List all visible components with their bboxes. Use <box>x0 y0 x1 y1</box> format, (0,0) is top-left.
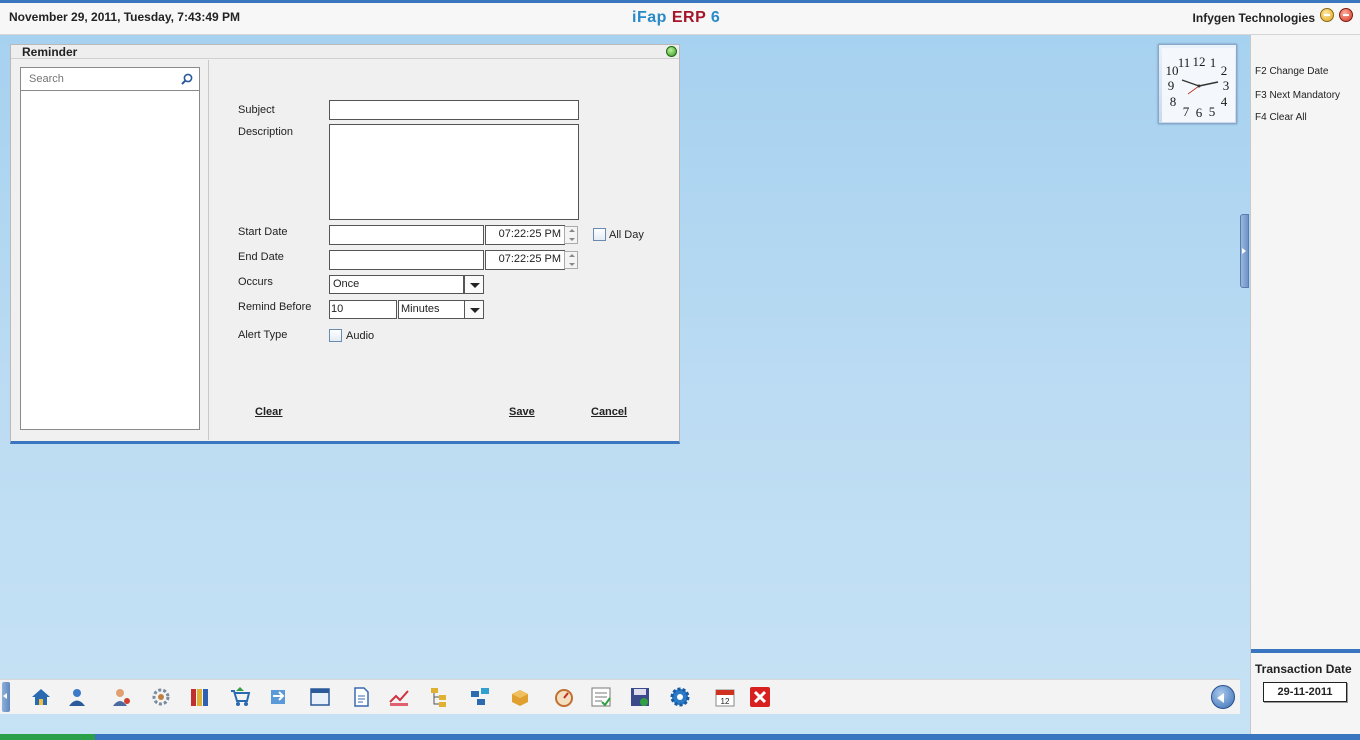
clock-numeral: 10 <box>1166 63 1179 78</box>
back-arrow-icon[interactable] <box>1211 685 1235 709</box>
document-icon[interactable] <box>350 686 372 708</box>
minimize-icon[interactable] <box>1320 8 1334 22</box>
taskbar-scroll-left[interactable] <box>2 682 10 712</box>
search-input[interactable] <box>29 69 179 89</box>
clock-numeral: 12 <box>1193 54 1206 69</box>
remind-before-label: Remind Before <box>238 301 312 313</box>
start-date-label: Start Date <box>238 226 288 238</box>
network-icon[interactable] <box>469 686 491 708</box>
save-button[interactable]: Save <box>509 406 535 418</box>
end-time-spinner[interactable] <box>564 251 578 269</box>
brand-version: 6 <box>710 9 721 26</box>
clock-numeral: 1 <box>1210 55 1217 70</box>
remind-unit-select[interactable]: Minutes <box>398 300 465 319</box>
app-brand: iFap ERP 6 <box>632 9 720 27</box>
occurs-dropdown-button[interactable] <box>464 275 484 294</box>
clock-numeral: 3 <box>1223 78 1230 93</box>
panel-separator <box>1251 649 1360 653</box>
clock-numeral: 4 <box>1221 94 1228 109</box>
clock-numeral: 5 <box>1209 104 1216 119</box>
package-icon[interactable] <box>509 686 531 708</box>
spin-up-icon[interactable] <box>569 254 575 257</box>
all-day-checkbox[interactable] <box>593 228 606 241</box>
gear-icon[interactable] <box>669 686 691 708</box>
description-label: Description <box>238 126 294 138</box>
all-day-label: All Day <box>609 229 644 241</box>
taskbar: 12 <box>0 679 1240 714</box>
cancel-button[interactable]: Cancel <box>591 406 627 418</box>
window-status-icon[interactable] <box>666 46 677 57</box>
exit-icon[interactable] <box>749 686 771 708</box>
spin-down-icon[interactable] <box>569 238 575 241</box>
chevron-down-icon <box>470 283 480 288</box>
reminder-window: Reminder Subject Description Start Date … <box>10 44 680 444</box>
right-panel: F2 Change Date F3 Next Mandatory F4 Clea… <box>1250 35 1360 740</box>
remind-before-input[interactable]: 10 <box>329 300 397 319</box>
reminder-title: Reminder <box>22 45 78 59</box>
home-icon[interactable] <box>30 686 52 708</box>
customer-icon[interactable] <box>110 686 132 708</box>
save-icon[interactable] <box>629 686 651 708</box>
status-strip <box>0 734 1360 740</box>
folder-tree-icon[interactable] <box>429 686 451 708</box>
clock-numeral: 9 <box>1168 78 1175 93</box>
pane-divider <box>208 60 209 440</box>
books-icon[interactable] <box>189 686 211 708</box>
clock-numeral: 11 <box>1178 55 1191 70</box>
settings-wheel-icon[interactable] <box>150 686 172 708</box>
user-icon[interactable] <box>66 686 88 708</box>
end-date-label: End Date <box>238 251 284 263</box>
svg-text:12: 12 <box>721 697 730 706</box>
brand-ifap: iFap <box>632 9 667 26</box>
occurs-select[interactable]: Once <box>329 275 464 294</box>
description-textarea[interactable] <box>329 124 579 220</box>
cart-icon[interactable] <box>229 686 251 708</box>
end-date-input[interactable] <box>329 250 484 270</box>
subject-label: Subject <box>238 104 275 116</box>
start-time-spinner[interactable] <box>564 226 578 244</box>
chevron-down-icon <box>470 308 480 313</box>
clock-numeral: 8 <box>1170 94 1177 109</box>
audio-checkbox[interactable] <box>329 329 342 342</box>
reminder-list-pane <box>20 67 200 430</box>
checklist-icon[interactable] <box>590 686 612 708</box>
spin-up-icon[interactable] <box>569 229 575 232</box>
remind-unit-dropdown-button[interactable] <box>464 300 484 319</box>
end-time-input[interactable]: 07:22:25 PM <box>485 250 565 270</box>
transaction-date-label: Transaction Date <box>1255 662 1352 676</box>
clock-numeral: 7 <box>1183 104 1190 119</box>
reminder-titlebar: Reminder <box>11 45 679 59</box>
company-name: Infygen Technologies <box>1192 11 1315 25</box>
close-app-icon[interactable] <box>1339 8 1353 22</box>
spin-down-icon[interactable] <box>569 263 575 266</box>
transaction-date-field[interactable]: 29-11-2011 <box>1263 682 1347 702</box>
clock-numeral: 6 <box>1196 105 1203 120</box>
analog-clock: 12 1 2 3 4 5 6 7 8 9 10 11 <box>1158 44 1237 124</box>
search-box <box>21 68 199 91</box>
search-icon[interactable] <box>181 73 193 85</box>
subject-input[interactable] <box>329 100 579 120</box>
clock-icon: 12 1 2 3 4 5 6 7 8 9 10 11 <box>1162 48 1235 122</box>
audio-label: Audio <box>346 330 375 342</box>
shortcut-clear-all[interactable]: F4 Clear All <box>1255 112 1307 123</box>
panel-collapse-handle[interactable] <box>1240 214 1249 288</box>
brand-erp: ERP <box>671 9 706 26</box>
top-bar: November 29, 2011, Tuesday, 7:43:49 PM i… <box>0 0 1360 35</box>
chart-icon[interactable] <box>388 686 410 708</box>
clear-button[interactable]: Clear <box>255 406 283 418</box>
start-date-input[interactable] <box>329 225 484 245</box>
calendar-icon[interactable]: 12 <box>714 686 736 708</box>
window-icon[interactable] <box>309 686 331 708</box>
transfer-icon[interactable] <box>267 686 289 708</box>
alert-type-label: Alert Type <box>238 329 288 341</box>
dial-icon[interactable] <box>553 686 575 708</box>
current-datetime: November 29, 2011, Tuesday, 7:43:49 PM <box>9 10 241 24</box>
shortcut-change-date[interactable]: F2 Change Date <box>1255 66 1328 77</box>
start-time-input[interactable]: 07:22:25 PM <box>485 225 565 245</box>
shortcut-next-mandatory[interactable]: F3 Next Mandatory <box>1255 90 1340 101</box>
clock-numeral: 2 <box>1221 63 1228 78</box>
occurs-label: Occurs <box>238 276 273 288</box>
